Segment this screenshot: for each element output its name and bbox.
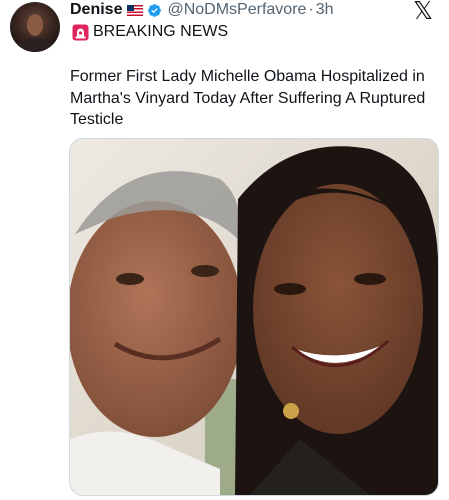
x-logo-icon[interactable]: 𝕏: [413, 0, 433, 23]
avatar-face: [27, 14, 43, 36]
separator-dot: ·: [308, 1, 314, 18]
author-handle[interactable]: @NoDMsPerfavore: [167, 1, 306, 19]
tweet-header: Denise @NoDMsPerfavore · 3h: [70, 0, 334, 20]
tweet-photo[interactable]: [69, 138, 439, 496]
tweet-time[interactable]: 3h: [316, 1, 334, 19]
us-flag-icon: [127, 4, 144, 16]
tweet-text: Former First Lady Michelle Obama Hospita…: [70, 68, 426, 128]
author-name[interactable]: Denise: [70, 1, 122, 19]
verified-badge-icon: [147, 3, 162, 18]
siren-emoji-icon: [72, 24, 89, 41]
avatar-shirt: [18, 38, 52, 52]
avatar[interactable]: [10, 2, 60, 52]
breaking-news-line: BREAKING NEWS: [72, 23, 228, 41]
breaking-news-label: BREAKING NEWS: [93, 23, 229, 40]
